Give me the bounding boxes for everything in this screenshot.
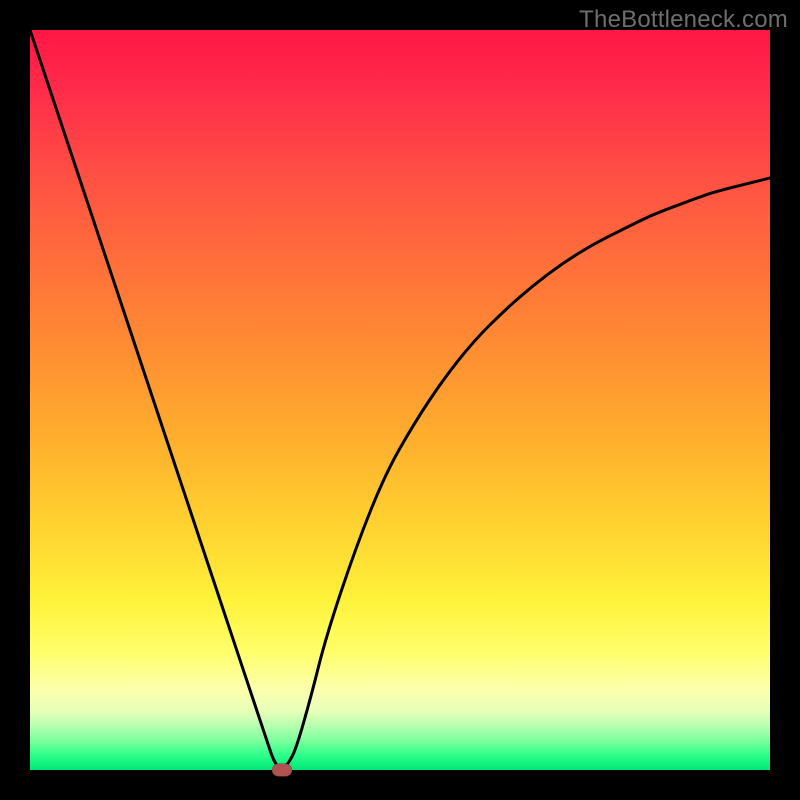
optimal-point-marker <box>272 764 292 777</box>
chart-frame: TheBottleneck.com <box>0 0 800 800</box>
bottleneck-curve <box>30 30 770 770</box>
plot-area <box>30 30 770 770</box>
